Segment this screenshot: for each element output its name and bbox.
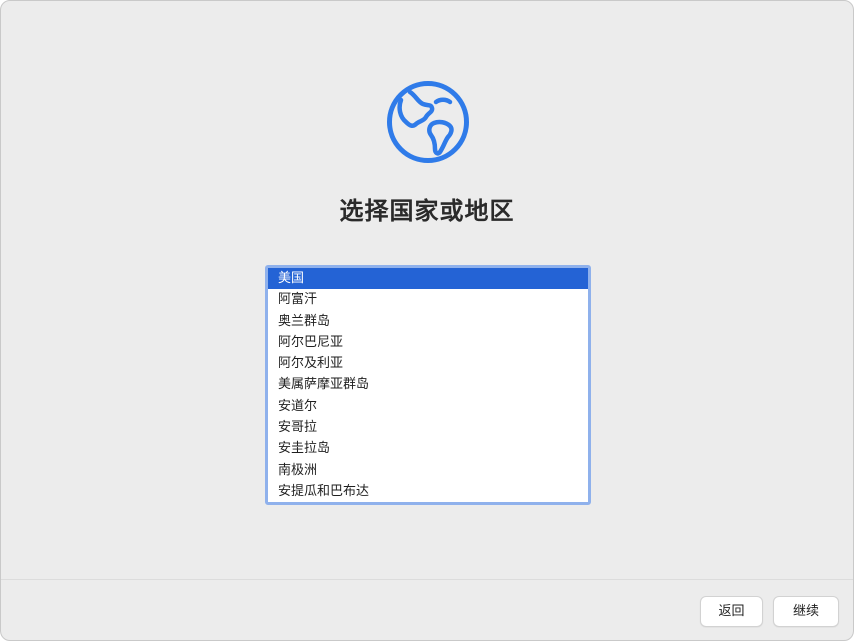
- country-list-item[interactable]: 阿尔巴尼亚: [268, 332, 588, 353]
- continue-button[interactable]: 继续: [773, 596, 839, 627]
- globe-icon: [387, 81, 469, 163]
- country-list-item[interactable]: 安圭拉岛: [268, 438, 588, 459]
- country-list-item[interactable]: 阿富汗: [268, 289, 588, 310]
- country-list[interactable]: 美国 阿富汗 奥兰群岛 阿尔巴尼亚 阿尔及利亚 美属萨摩亚群岛 安道尔 安哥拉 安圭拉岛 南极洲安…: [265, 265, 591, 505]
- page-title: 选择国家或地区: [339, 197, 515, 225]
- country-list-item[interactable]: 安哥拉: [268, 417, 588, 438]
- country-list-item[interactable]: 奥兰群岛: [268, 311, 588, 332]
- country-list-item[interactable]: 阿尔及利亚: [268, 353, 588, 374]
- country-list-item[interactable]: 南极洲: [268, 460, 588, 481]
- footer-divider: [1, 579, 853, 580]
- country-list-item[interactable]: 美国: [268, 268, 588, 290]
- setup-assistant-window: 选择国家或地区 美国 阿富汗 奥兰群岛 阿尔巴尼亚 阿尔及利亚 美属萨摩亚群岛 安道尔 安哥拉…: [0, 0, 854, 641]
- country-list-item[interactable]: 安道尔: [268, 396, 588, 417]
- back-button[interactable]: 返回: [700, 596, 763, 627]
- country-list-item[interactable]: 安提瓜和巴布达: [268, 481, 588, 502]
- country-list-item[interactable]: 美属萨摩亚群岛: [268, 374, 588, 395]
